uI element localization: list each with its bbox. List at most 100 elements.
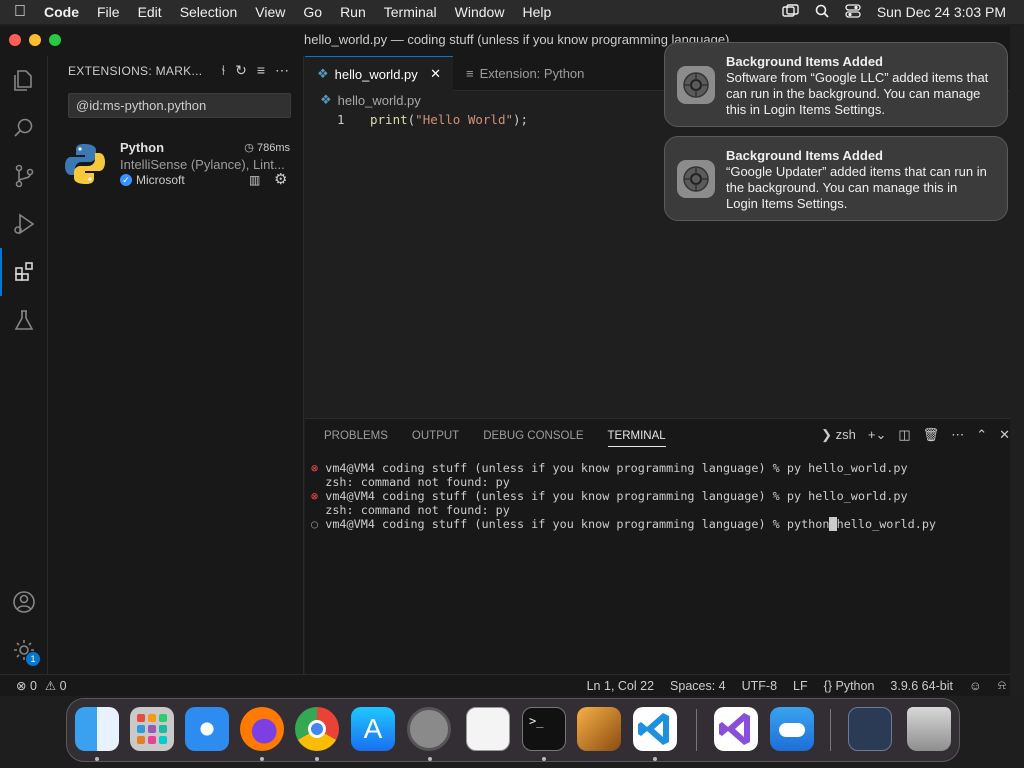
window-title: hello_world.py — coding stuff (unless if…: [304, 32, 730, 47]
menu-app-name[interactable]: Code: [40, 4, 88, 20]
minimize-window-button[interactable]: [29, 34, 41, 46]
extension-search-input[interactable]: [68, 93, 291, 118]
trash-icon[interactable]: [907, 707, 951, 751]
source-control-icon[interactable]: [0, 152, 48, 200]
panel-tabs: PROBLEMS OUTPUT DEBUG CONSOLE TERMINAL: [324, 430, 666, 447]
bottom-panel: PROBLEMS OUTPUT DEBUG CONSOLE TERMINAL ❯…: [305, 418, 1024, 674]
tab-terminal[interactable]: TERMINAL: [607, 430, 666, 447]
close-tab-icon[interactable]: ✕: [430, 66, 441, 82]
maximize-panel-icon[interactable]: ⌃: [976, 427, 987, 443]
publisher-name: Microsoft: [136, 173, 185, 187]
notification-title: Background Items Added: [726, 148, 883, 163]
search-icon[interactable]: [0, 104, 48, 152]
minimized-window-icon[interactable]: [848, 707, 892, 751]
filter-icon[interactable]: ⫮: [222, 62, 226, 79]
tab-debug-console[interactable]: DEBUG CONSOLE: [483, 430, 583, 447]
breadcrumb-file[interactable]: hello_world.py: [338, 93, 421, 108]
activation-time-value: 786ms: [256, 142, 290, 154]
tab-label: Extension: Python: [479, 66, 585, 81]
launchpad-icon[interactable]: [130, 707, 174, 751]
terminal-output[interactable]: ⊗ vm4@VM4 coding stuff (unless if you kn…: [311, 461, 936, 531]
spotlight-search-icon[interactable]: [815, 4, 829, 21]
close-window-button[interactable]: [9, 34, 21, 46]
apple-menu-icon[interactable]: : [0, 3, 40, 21]
testing-icon[interactable]: [0, 296, 48, 344]
running-indicator: [95, 757, 99, 761]
refresh-icon[interactable]: ↻: [235, 62, 247, 79]
status-language[interactable]: {} Python: [824, 679, 875, 693]
menu-edit[interactable]: Edit: [129, 4, 171, 20]
system-settings-dock-icon[interactable]: [407, 707, 451, 751]
weather-icon[interactable]: [770, 707, 814, 751]
notifications-bell-icon[interactable]: ⍾: [998, 678, 1006, 693]
clear-results-icon[interactable]: ≡: [257, 62, 265, 79]
braces-icon: {}: [823, 678, 832, 693]
split-terminal-icon[interactable]: ◫: [898, 427, 910, 443]
tab-output[interactable]: OUTPUT: [412, 430, 459, 447]
explorer-icon[interactable]: [0, 56, 48, 104]
notification-card[interactable]: Background Items Added Software from “Go…: [664, 42, 1008, 127]
menu-help[interactable]: Help: [513, 4, 560, 20]
visual-studio-icon[interactable]: [714, 707, 758, 751]
status-interpreter[interactable]: 3.9.6 64-bit: [890, 679, 953, 693]
terminal-icon: ❯: [821, 427, 833, 442]
feedback-icon[interactable]: ☺: [969, 679, 982, 693]
status-right: Ln 1, Col 22 Spaces: 4 UTF-8 LF {} Pytho…: [587, 678, 1006, 693]
more-icon[interactable]: ⋯: [951, 427, 964, 443]
status-encoding[interactable]: UTF-8: [742, 679, 777, 693]
menu-window[interactable]: Window: [446, 4, 514, 20]
menu-go[interactable]: Go: [294, 4, 331, 20]
manage-gear-icon[interactable]: 1: [0, 626, 48, 674]
tab-hello-world[interactable]: ❖ hello_world.py ✕: [305, 56, 453, 91]
warning-count: 0: [59, 679, 67, 693]
extension-list-item[interactable]: Python ◷ 786ms IntelliSense (Pylance), L…: [48, 134, 304, 194]
control-center-icon[interactable]: [845, 3, 861, 21]
zoom-window-button[interactable]: [49, 34, 61, 46]
tab-extension-python[interactable]: ≡ Extension: Python: [454, 56, 624, 91]
vscode-dock-icon[interactable]: [633, 707, 677, 751]
terminal-line: ○ vm4@VM4 coding stuff (unless if you kn…: [311, 517, 936, 531]
screen-mirroring-icon[interactable]: [782, 3, 799, 21]
extensions-icon[interactable]: [0, 248, 48, 296]
notification-card[interactable]: Background Items Added “Google Updater” …: [664, 136, 1008, 221]
firefox-icon[interactable]: [240, 707, 284, 751]
error-marker-icon: ⊗: [311, 461, 319, 475]
preview-icon: ≡: [466, 66, 474, 81]
breadcrumb[interactable]: ❖ hello_world.py: [320, 92, 421, 108]
status-eol[interactable]: LF: [793, 679, 808, 693]
terminal-line: zsh: command not found: py: [311, 503, 936, 517]
terminal-text: vm4@VM4 coding stuff (unless if you know…: [325, 517, 830, 531]
system-settings-icon: [677, 160, 715, 198]
app-store-icon[interactable]: A: [351, 707, 395, 751]
terminal-app-icon[interactable]: >_: [522, 707, 566, 751]
status-position[interactable]: Ln 1, Col 22: [587, 679, 654, 693]
accounts-icon[interactable]: [0, 578, 48, 626]
extension-settings-gear-icon[interactable]: ⚙: [274, 170, 287, 188]
status-problems[interactable]: ⊗ 0 ⚠︎ 0: [16, 678, 67, 693]
menu-run[interactable]: Run: [331, 4, 375, 20]
close-panel-icon[interactable]: ✕: [999, 427, 1010, 443]
menu-terminal[interactable]: Terminal: [375, 4, 446, 20]
new-terminal-icon[interactable]: +⌄: [868, 427, 886, 443]
status-indentation[interactable]: Spaces: 4: [670, 679, 726, 693]
kill-terminal-icon[interactable]: 🗑︎: [923, 427, 940, 443]
safari-icon[interactable]: [185, 707, 229, 751]
menubar-clock[interactable]: Sun Dec 24 3:03 PM: [877, 4, 1006, 20]
terminal-shell-selector[interactable]: ❯ zsh: [821, 427, 856, 443]
garageband-icon[interactable]: [577, 707, 621, 751]
code-line[interactable]: print("Hello World");: [370, 112, 528, 127]
system-settings-icon: [677, 66, 715, 104]
textedit-icon[interactable]: [466, 707, 510, 751]
python-file-icon: ❖: [317, 66, 329, 81]
more-actions-icon[interactable]: ⋯: [275, 62, 289, 79]
running-indicator: [315, 757, 319, 761]
code-close: );: [513, 112, 529, 127]
finder-icon[interactable]: [75, 707, 119, 751]
menu-selection[interactable]: Selection: [171, 4, 247, 20]
run-debug-icon[interactable]: [0, 200, 48, 248]
menu-view[interactable]: View: [246, 4, 294, 20]
chrome-icon[interactable]: [295, 707, 339, 751]
menu-file[interactable]: File: [88, 4, 129, 20]
extension-pack-icon[interactable]: ▥: [249, 173, 260, 187]
tab-problems[interactable]: PROBLEMS: [324, 430, 388, 447]
